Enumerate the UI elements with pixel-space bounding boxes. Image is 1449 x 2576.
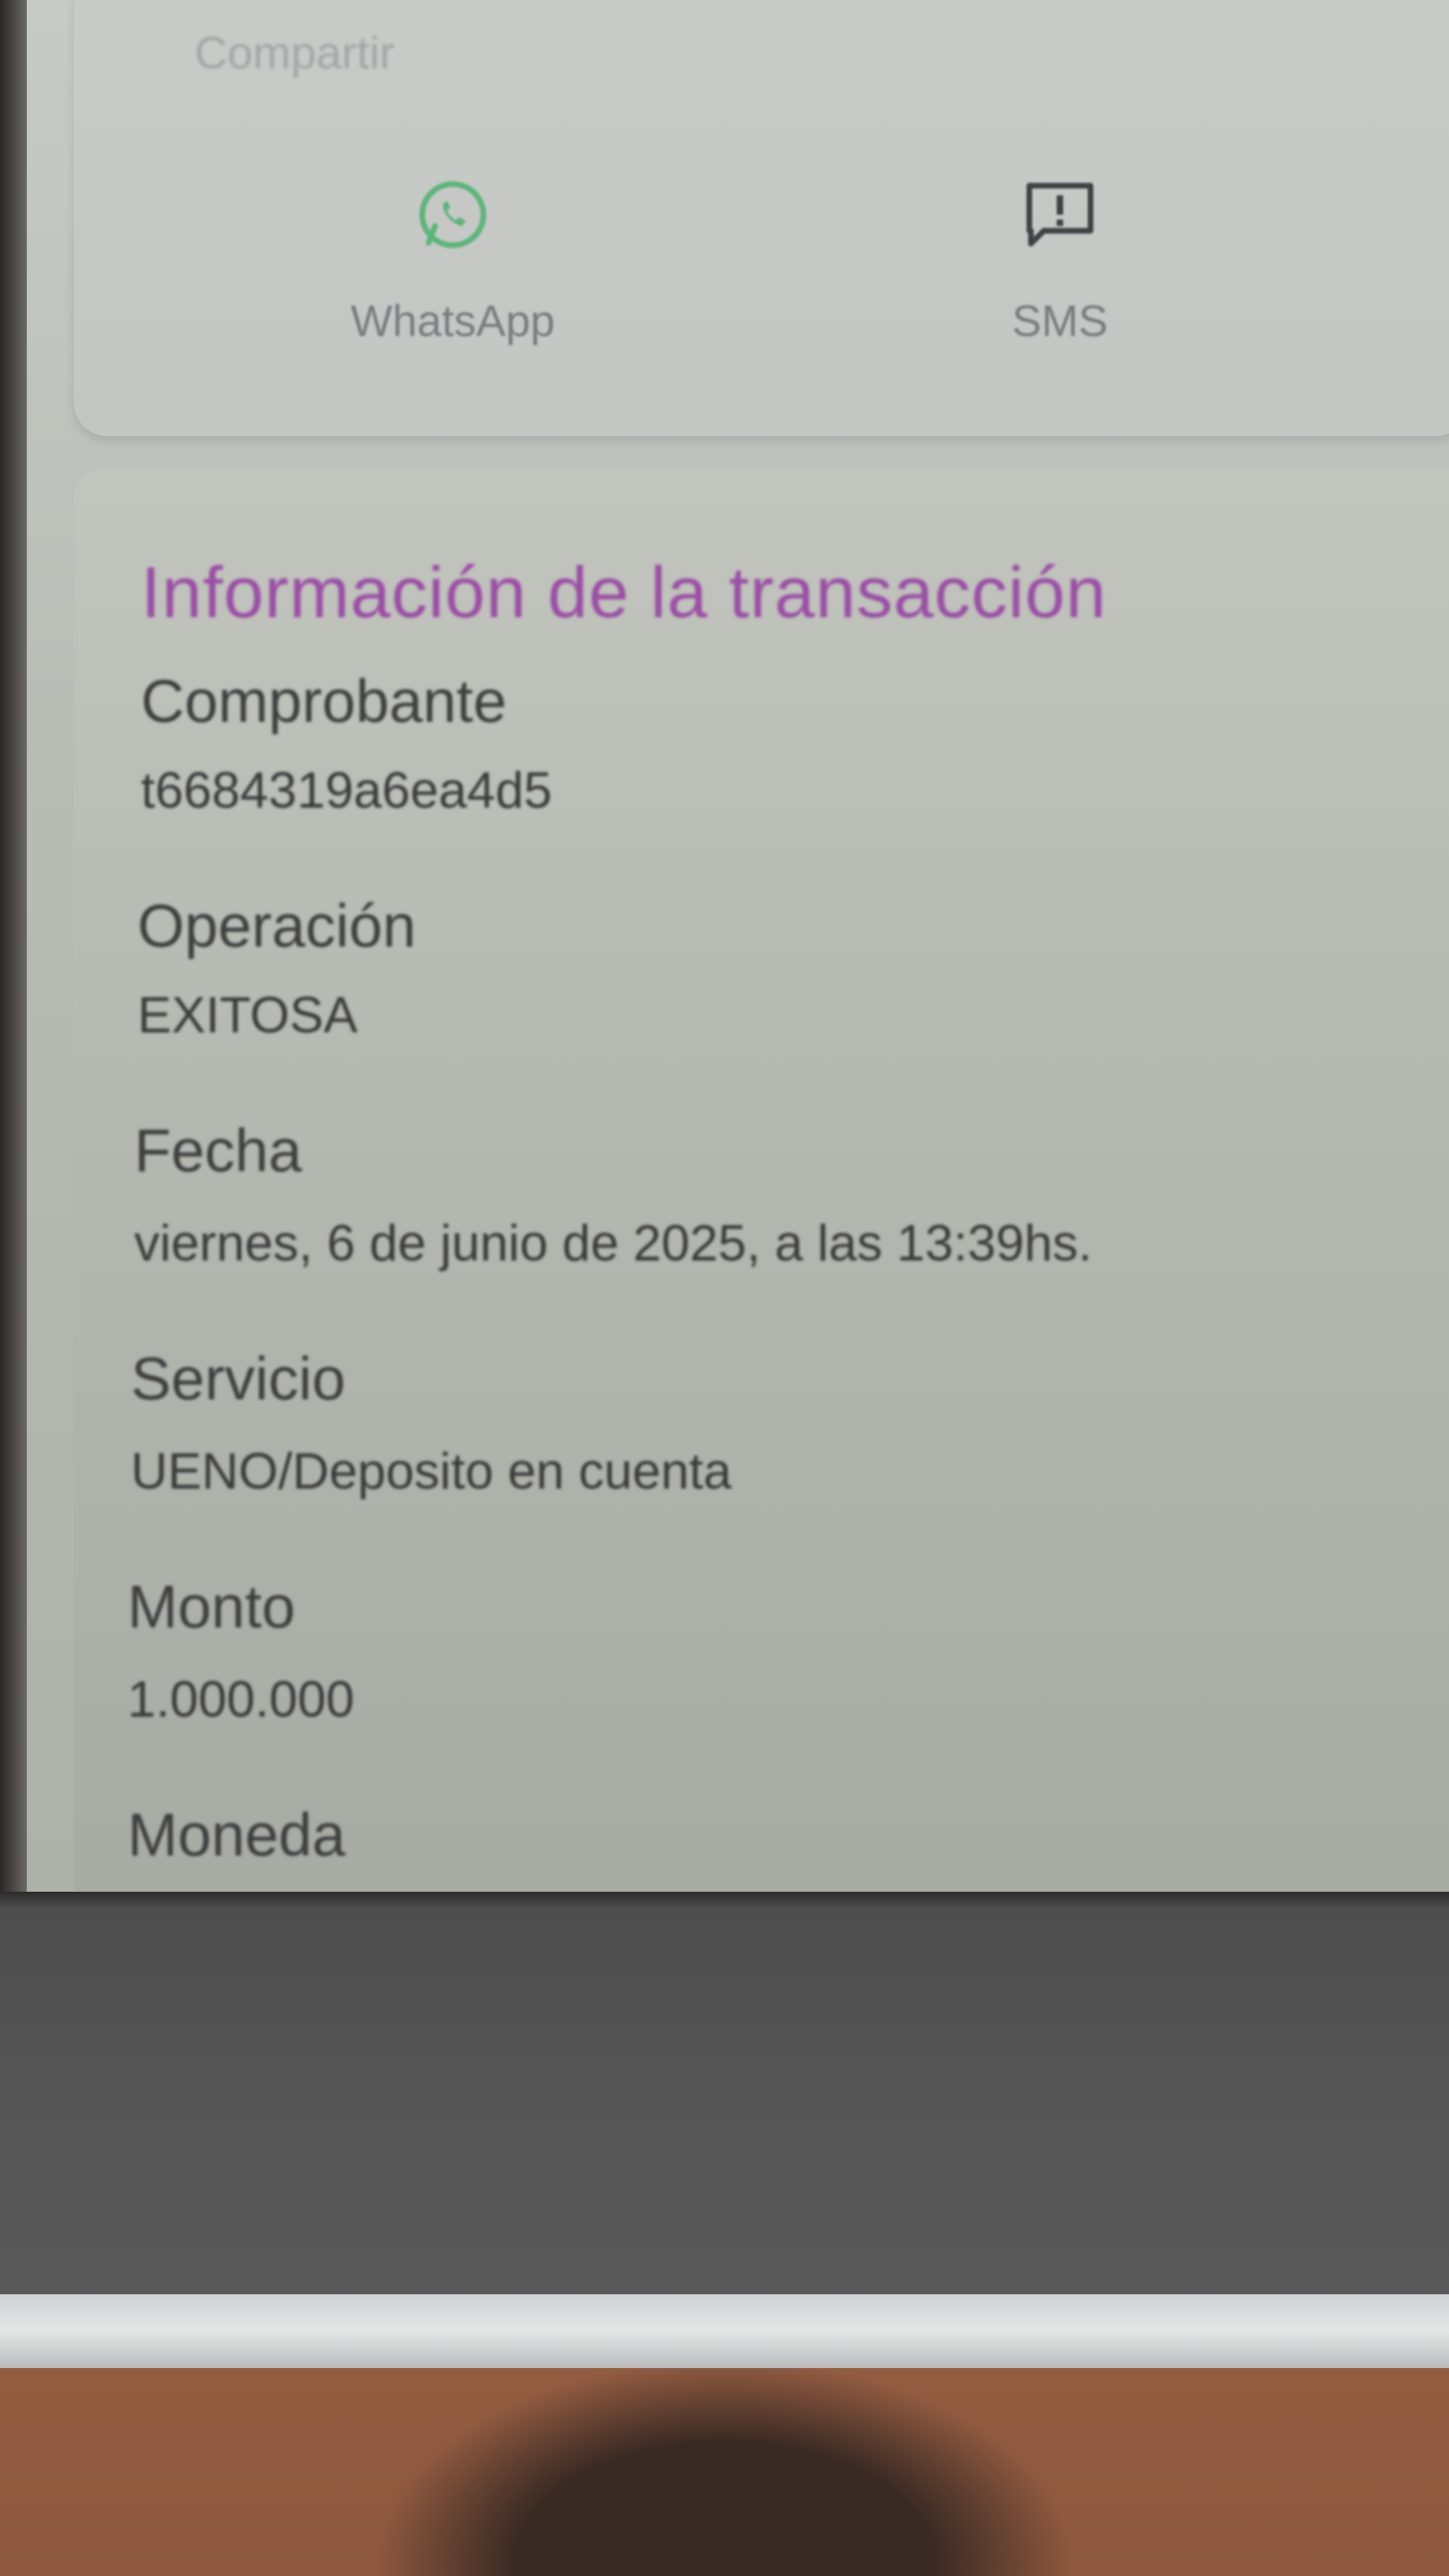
field-label-servicio: Servicio bbox=[131, 1346, 346, 1413]
field-value-comprobante: t6684319a6ea4d5 bbox=[141, 762, 552, 819]
field-label-operacion: Operación bbox=[138, 893, 417, 960]
field-value-operacion: EXITOSA bbox=[138, 987, 358, 1044]
field-value-fecha: viernes, 6 de junio de 2025, a las 13:39… bbox=[134, 1215, 1093, 1272]
sms-alert-icon bbox=[1026, 182, 1093, 247]
navigation-bar bbox=[0, 1892, 1449, 2294]
share-whatsapp-label: WhatsApp bbox=[350, 296, 555, 345]
phone-screen: Compartir WhatsApp SMS Información de la… bbox=[27, 0, 1449, 1905]
phone-bottom-edge bbox=[0, 2294, 1449, 2368]
transaction-info-card: Información de la transacción Comprobant… bbox=[74, 470, 1449, 1905]
share-sms-label: SMS bbox=[1012, 296, 1108, 345]
field-label-moneda: Moneda bbox=[127, 1802, 346, 1869]
share-panel: Compartir WhatsApp SMS bbox=[74, 0, 1449, 436]
whatsapp-icon bbox=[419, 181, 486, 248]
share-title: Compartir bbox=[195, 28, 395, 78]
transaction-info-title: Información de la transacción bbox=[141, 551, 1107, 633]
field-value-monto: 1.000.000 bbox=[127, 1671, 355, 1728]
share-whatsapp-button[interactable]: WhatsApp bbox=[319, 174, 587, 346]
field-value-servicio: UENO/Deposito en cuenta bbox=[131, 1443, 732, 1500]
share-sms-button[interactable]: SMS bbox=[926, 174, 1194, 346]
phone-body: Compartir WhatsApp SMS Información de la… bbox=[0, 0, 1449, 2368]
field-label-fecha: Fecha bbox=[134, 1118, 303, 1185]
field-label-comprobante: Comprobante bbox=[141, 668, 507, 735]
field-label-monto: Monto bbox=[127, 1574, 296, 1641]
